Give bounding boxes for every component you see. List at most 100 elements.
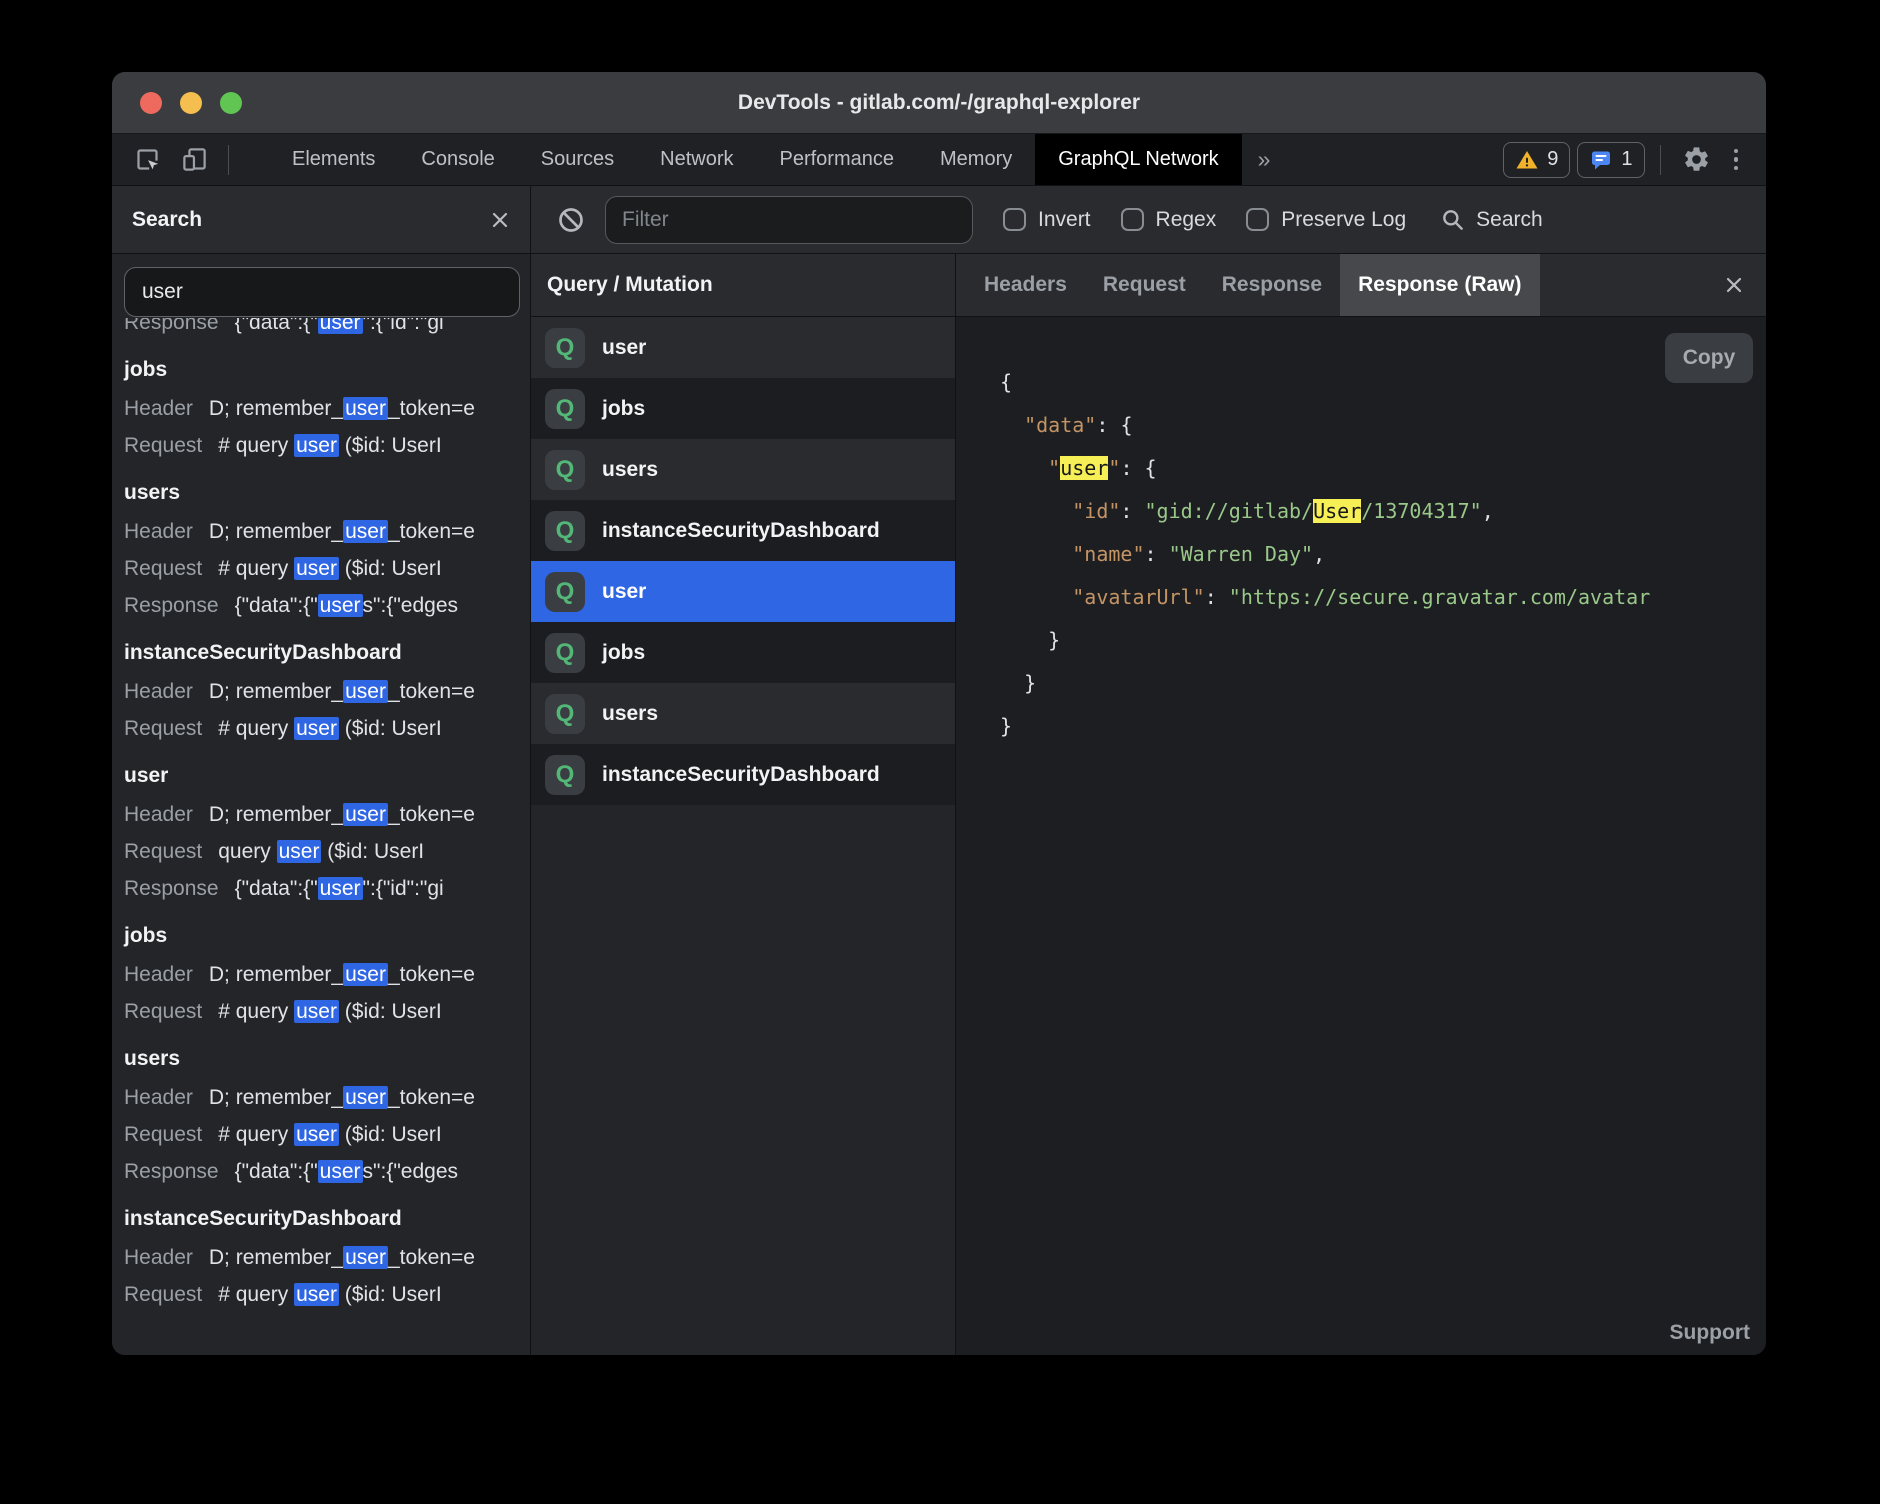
search-result-row[interactable]: Requestquery user ($id: UserI [124,833,530,870]
json-token-p [1000,499,1072,523]
settings-gear-icon[interactable] [1676,145,1717,174]
result-kind-label: Request [124,717,202,740]
result-text: s":{"edges [363,1160,458,1183]
search-result-row[interactable]: HeaderD; remember_user_token=e [124,796,530,833]
query-list-item-jobs[interactable]: Qjobs [531,378,955,439]
regex-checkbox[interactable] [1121,208,1144,231]
search-result-row[interactable]: Response{"data":{"user":{"id":"gi [124,318,530,341]
result-kind-label: Request [124,1000,202,1023]
result-kind-label: Request [124,1283,202,1306]
search-icon [1440,207,1466,233]
tab-graphql-network[interactable]: GraphQL Network [1035,134,1241,185]
search-input[interactable] [124,267,520,317]
query-list-item-label: user [602,580,646,604]
query-list-item-jobs[interactable]: Qjobs [531,622,955,683]
query-list-item-label: users [602,458,658,482]
query-list-item-user[interactable]: Quser [531,561,955,622]
query-list-item-users[interactable]: Qusers [531,683,955,744]
panel-tabs: ElementsConsoleSourcesNetworkPerformance… [269,134,1242,185]
tab-network[interactable]: Network [637,134,756,185]
tab-memory[interactable]: Memory [917,134,1035,185]
result-text: # query [218,1123,294,1146]
preserve-log-checkbox[interactable] [1246,208,1269,231]
search-match-highlight: user [294,1123,339,1146]
filter-input[interactable] [605,196,973,244]
search-result-row[interactable]: Response{"data":{"users":{"edges [124,1153,530,1190]
search-match-highlight: user [294,1000,339,1023]
json-token-k: "avatarUrl" [1072,585,1204,609]
clear-requests-icon[interactable] [551,206,591,234]
json-token-s: "https://secure.gravatar.com/avatar [1229,585,1650,609]
device-toolbar-icon[interactable] [175,146,214,173]
json-token-s: "gid://gitlab/ [1145,499,1314,523]
search-result-row[interactable]: Request# query user ($id: UserI [124,550,530,587]
message-count: 1 [1621,148,1632,171]
devtools-window: DevTools - gitlab.com/-/graphql-explorer… [112,72,1766,1355]
query-type-icon: Q [545,450,585,490]
search-result-row[interactable]: HeaderD; remember_user_token=e [124,513,530,550]
json-token-p [1000,413,1024,437]
result-text: ($id: UserI [339,557,442,580]
invert-checkbox[interactable] [1003,208,1026,231]
search-result-row[interactable]: HeaderD; remember_user_token=e [124,956,530,993]
search-result-group-title: jobs [124,917,530,954]
details-tab-response-raw[interactable]: Response (Raw) [1340,254,1539,316]
support-link[interactable]: Support [1670,1321,1750,1345]
tab-performance[interactable]: Performance [757,134,918,185]
more-options-kebab-icon[interactable] [1724,149,1749,171]
query-list-item-instanceSecurityDashboard[interactable]: QinstanceSecurityDashboard [531,744,955,805]
details-tab-response[interactable]: Response [1204,254,1340,316]
result-text: ($id: UserI [339,1000,442,1023]
query-type-icon: Q [545,572,585,612]
result-text: # query [218,717,294,740]
tab-elements[interactable]: Elements [269,134,398,185]
tab-console[interactable]: Console [398,134,517,185]
json-token-p: , [1313,542,1325,566]
inspect-element-icon[interactable] [128,146,167,173]
details-tab-request[interactable]: Request [1085,254,1204,316]
json-token-p: : [1205,585,1229,609]
search-result-row[interactable]: HeaderD; remember_user_token=e [124,673,530,710]
search-result-row[interactable]: Request# query user ($id: UserI [124,1116,530,1153]
result-text: _token=e [388,520,475,543]
result-text: _token=e [388,1246,475,1269]
search-toggle[interactable]: Search [1440,207,1543,233]
query-list-item-instanceSecurityDashboard[interactable]: QinstanceSecurityDashboard [531,500,955,561]
result-text: D; remember_ [209,520,343,543]
search-result-row[interactable]: HeaderD; remember_user_token=e [124,390,530,427]
query-list-item-users[interactable]: Qusers [531,439,955,500]
raw-json-viewer[interactable]: { "data": { "user": { "id": "gid://gitla… [1000,361,1766,1295]
json-token-p: : [1120,456,1144,480]
devtools-toolbar: ElementsConsoleSourcesNetworkPerformance… [112,134,1766,186]
more-tabs-chevron[interactable]: » [1242,146,1287,173]
search-result-row[interactable]: Request# query user ($id: UserI [124,1276,530,1313]
details-close-icon[interactable] [1724,275,1766,295]
result-text: ($id: UserI [321,840,424,863]
search-result-row[interactable]: Response{"data":{"user":{"id":"gi [124,870,530,907]
query-list-item-user[interactable]: Quser [531,317,955,378]
json-token-p: : [1120,499,1144,523]
search-result-row[interactable]: Request# query user ($id: UserI [124,710,530,747]
result-kind-label: Header [124,520,193,543]
search-close-icon[interactable] [490,210,510,230]
result-text: ":{"id":"gi [363,318,444,334]
result-kind-label: Request [124,1123,202,1146]
query-list-item-label: jobs [602,641,645,665]
issues-badge[interactable]: 1 [1577,142,1644,178]
query-list-item-label: users [602,702,658,726]
tab-sources[interactable]: Sources [518,134,637,185]
json-line: "id": "gid://gitlab/User/13704317", [1000,490,1766,533]
search-result-row[interactable]: Request# query user ($id: UserI [124,427,530,464]
invert-label: Invert [1038,208,1091,232]
search-match-highlight: user [343,1246,388,1269]
search-result-row[interactable]: HeaderD; remember_user_token=e [124,1079,530,1116]
search-result-row[interactable]: HeaderD; remember_user_token=e [124,1239,530,1276]
search-result-row[interactable]: Request# query user ($id: UserI [124,993,530,1030]
search-result-row[interactable]: Response{"data":{"users":{"edges [124,587,530,624]
result-text: # query [218,557,294,580]
warnings-badge[interactable]: 9 [1503,142,1570,178]
details-tab-headers[interactable]: Headers [966,254,1085,316]
result-text: ":{"id":"gi [363,877,444,900]
toolbar-right: 9 1 [1503,142,1766,178]
result-text: {"data":{" [235,318,318,334]
